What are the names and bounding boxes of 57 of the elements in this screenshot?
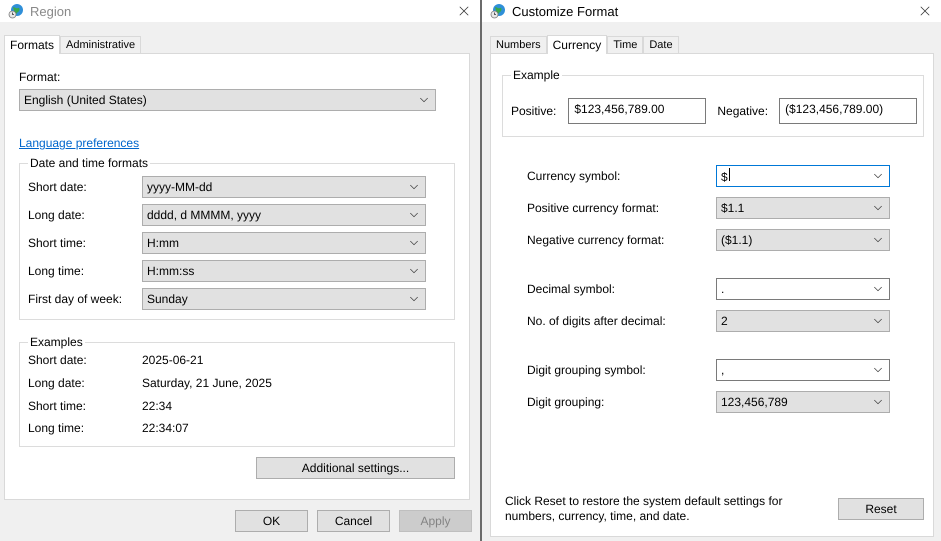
tab[interactable]: Date [643, 36, 679, 53]
example-value: 22:34:07 [142, 421, 189, 436]
combo-field[interactable]: , [716, 359, 890, 381]
globe-icon [490, 3, 506, 19]
field-label: Short date: [28, 180, 88, 194]
field-label: Negative currency format: [527, 233, 666, 247]
combo-field[interactable]: . [716, 278, 890, 300]
dialog-button[interactable]: OK [235, 510, 308, 532]
field-label: Digit grouping: [527, 395, 606, 409]
field-label: First day of week: [28, 292, 124, 306]
positive-label: Positive: [511, 104, 556, 118]
example-label: Short date: [28, 353, 88, 368]
example-value: 2025-06-21 [142, 353, 204, 368]
window-title: Region [30, 4, 72, 18]
field-label: Currency symbol: [527, 169, 622, 183]
tab[interactable]: Time [607, 36, 644, 53]
reset-button[interactable]: Reset [838, 498, 924, 520]
group-title: Date and time formats [28, 156, 150, 170]
additional-settings-button[interactable]: Additional settings... [256, 456, 455, 479]
dropdown[interactable]: yyyy-MM-dd [142, 176, 426, 198]
negative-example-field: ($123,456,789.00) [779, 98, 918, 124]
dropdown[interactable]: English (United States) [19, 89, 436, 111]
tab[interactable]: Numbers [490, 36, 547, 53]
group-title: Examples [28, 335, 85, 349]
dropdown[interactable]: 123,456,789 [716, 391, 890, 413]
field-label: Short time: [28, 236, 88, 250]
language-preferences-link[interactable]: Language preferences [19, 136, 140, 150]
example-label: Short time: [28, 398, 88, 413]
dropdown[interactable]: H:mm:ss [142, 260, 426, 282]
group-title: Example [511, 68, 562, 82]
example-value: Saturday, 21 June, 2025 [142, 376, 272, 390]
dropdown[interactable]: H:mm [142, 232, 426, 254]
dropdown[interactable]: 2 [716, 310, 890, 332]
format-label: Format: [19, 70, 62, 84]
combo-field[interactable]: $ [716, 165, 890, 187]
dropdown[interactable]: Sunday [142, 288, 426, 310]
tab[interactable]: Formats [4, 35, 60, 54]
globe-icon [8, 3, 24, 19]
positive-example-field: $123,456,789.00 [568, 98, 706, 124]
field-label: Long time: [28, 264, 86, 278]
negative-label: Negative: [717, 104, 768, 118]
dropdown[interactable]: dddd, d MMMM, yyyy [142, 204, 426, 226]
example-label: Long time: [28, 421, 86, 436]
field-label: Positive currency format: [527, 201, 660, 215]
window-title: Customize Format [512, 4, 620, 18]
tab[interactable]: Administrative [60, 36, 142, 53]
dropdown[interactable]: ($1.1) [716, 229, 890, 251]
dialog-button[interactable]: Cancel [317, 510, 390, 532]
example-label: Long date: [28, 376, 86, 390]
tab[interactable]: Currency [546, 35, 608, 54]
field-label: No. of digits after decimal: [527, 314, 667, 328]
field-label: Digit grouping symbol: [527, 363, 647, 377]
example-value: 22:34 [142, 398, 172, 413]
dropdown[interactable]: $1.1 [716, 197, 890, 219]
reset-note: Click Reset to restore the system default settings for numbers, currency, time, and date. [505, 494, 784, 524]
field-label: Long date: [28, 208, 86, 222]
field-label: Decimal symbol: [527, 282, 616, 296]
